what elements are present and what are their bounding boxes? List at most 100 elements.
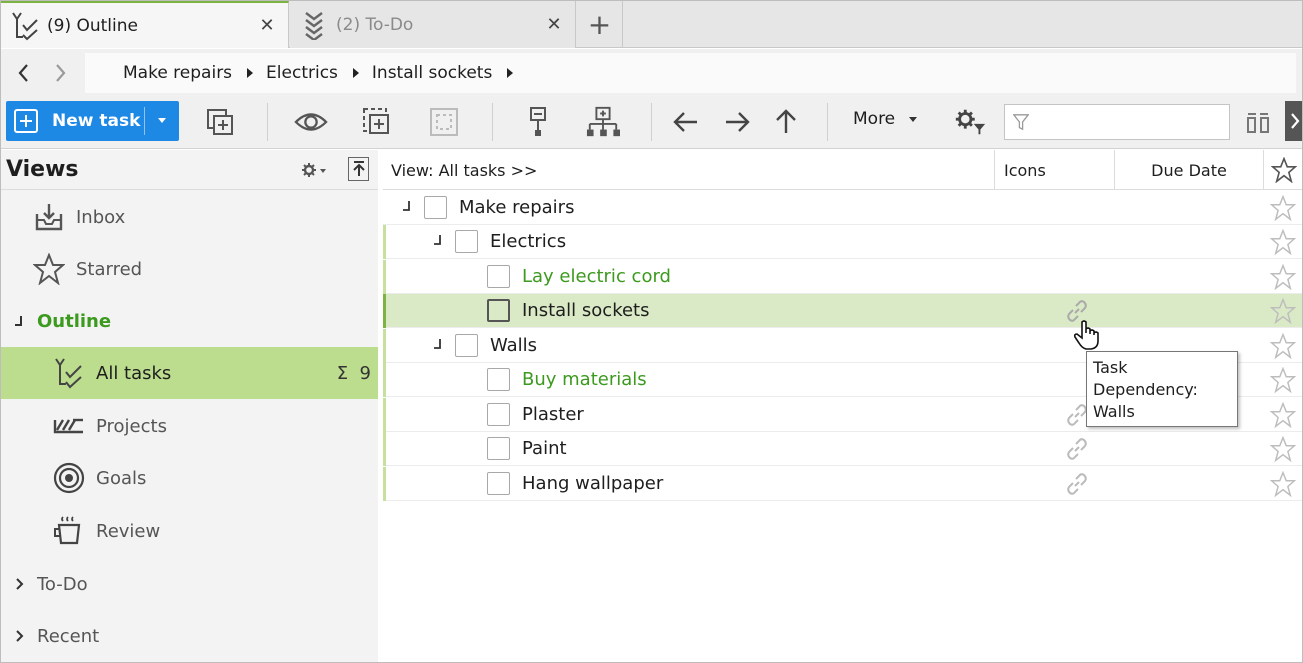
task-row[interactable]: Electrics (383, 225, 1302, 259)
nav-item-review[interactable]: Review (1, 505, 378, 557)
chevron-right-icon[interactable] (4, 568, 36, 600)
star-icon (1271, 157, 1297, 183)
star-icon[interactable] (1270, 195, 1296, 221)
nav-section-recent[interactable]: Recent (1, 610, 378, 662)
task-title[interactable]: Install sockets (522, 300, 650, 321)
task-title[interactable]: Hang wallpaper (522, 473, 663, 494)
task-title[interactable]: Make repairs (459, 197, 574, 218)
views-settings-button[interactable] (301, 162, 329, 183)
breadcrumb: Make repairs Electrics Install sockets (85, 53, 1296, 93)
task-title[interactable]: Buy materials (522, 369, 647, 390)
task-row[interactable]: Make repairs (383, 191, 1302, 225)
move-right-button[interactable] (720, 105, 754, 139)
task-checkbox[interactable] (424, 196, 447, 219)
new-task-button[interactable]: New task (6, 101, 179, 141)
filter-settings-button[interactable] (953, 105, 987, 139)
hierarchy-button[interactable] (586, 105, 620, 139)
toolbar-overflow-button[interactable] (1285, 101, 1302, 141)
column-header-icons[interactable]: Icons (995, 150, 1115, 190)
filter-icon (1013, 114, 1029, 131)
task-checkbox[interactable] (455, 230, 478, 253)
link-icon[interactable] (1065, 472, 1089, 496)
more-menu-button[interactable]: More (853, 109, 918, 129)
add-dependency-button[interactable] (360, 105, 394, 139)
breadcrumb-item[interactable]: Electrics (266, 63, 338, 83)
nav-item-label: Review (96, 520, 161, 542)
collapse-icon[interactable] (432, 233, 444, 247)
nav-item-goals[interactable]: Goals (1, 452, 378, 504)
tab-outline-label: (9) Outline (47, 15, 138, 36)
task-title[interactable]: Plaster (522, 404, 584, 425)
chevron-left-icon (18, 64, 28, 82)
task-checkbox[interactable] (455, 334, 478, 357)
checklist-icon (53, 357, 85, 389)
collapse-icon[interactable] (3, 305, 35, 337)
nav-item-all-tasks[interactable]: All tasks Σ 9 (1, 347, 378, 399)
chevron-down-icon[interactable] (158, 118, 166, 123)
star-icon[interactable] (1270, 471, 1296, 497)
nav-item-label: Starred (76, 258, 143, 280)
dashed-plus-box-icon (363, 108, 389, 134)
tab-todo[interactable]: (2) To-Do ✕ (290, 1, 576, 48)
task-title[interactable]: Lay electric cord (522, 266, 671, 287)
task-checkbox[interactable] (487, 437, 510, 460)
toolbar-divider (651, 103, 652, 141)
nav-section-todo[interactable]: To-Do (1, 558, 378, 610)
star-icon[interactable] (1270, 367, 1296, 393)
task-checkbox[interactable] (487, 368, 510, 391)
task-row[interactable]: Hang wallpaper (383, 467, 1302, 501)
close-icon[interactable]: ✕ (256, 15, 278, 36)
tab-outline[interactable]: (9) Outline ✕ (1, 1, 289, 48)
star-icon[interactable] (1270, 333, 1296, 359)
star-icon[interactable] (1270, 229, 1296, 255)
task-row[interactable]: Paint (383, 432, 1302, 466)
column-header-due-date[interactable]: Due Date (1115, 150, 1264, 190)
task-row-selected[interactable]: Install sockets (383, 294, 1302, 328)
column-header-star[interactable] (1264, 150, 1302, 190)
move-up-button[interactable] (769, 105, 803, 139)
view-selector[interactable]: View: All tasks >> (383, 150, 995, 190)
move-left-button[interactable] (669, 105, 703, 139)
task-checkbox[interactable] (487, 403, 510, 426)
nav-item-starred[interactable]: Starred (1, 243, 378, 295)
remove-dependency-button[interactable] (427, 105, 461, 139)
star-icon[interactable] (1270, 402, 1296, 428)
add-subtask-button[interactable] (203, 105, 237, 139)
new-tab-button[interactable]: + (577, 1, 623, 48)
nav-item-projects[interactable]: Projects (1, 400, 378, 452)
breadcrumb-item[interactable]: Install sockets (372, 63, 492, 83)
collapse-icon[interactable] (432, 337, 444, 351)
breadcrumb-separator-icon[interactable] (352, 68, 359, 78)
close-icon[interactable]: ✕ (543, 14, 565, 35)
task-checkbox[interactable] (487, 299, 510, 322)
filter-box[interactable] (1004, 104, 1230, 140)
breadcrumb-item[interactable]: Make repairs (123, 63, 232, 83)
star-icon[interactable] (1270, 298, 1296, 324)
view-button[interactable] (294, 105, 328, 139)
breadcrumb-separator-icon[interactable] (507, 68, 514, 78)
row-indicator-bar (383, 260, 386, 294)
star-icon (33, 253, 65, 285)
task-checkbox[interactable] (487, 472, 510, 495)
more-label: More (853, 109, 896, 129)
star-icon[interactable] (1270, 436, 1296, 462)
column-header-label: Due Date (1151, 160, 1227, 180)
task-title[interactable]: Paint (522, 438, 567, 459)
breadcrumb-separator-icon[interactable] (247, 68, 254, 78)
filter-input[interactable] (1035, 113, 1229, 131)
pin-panel-button[interactable] (348, 157, 369, 181)
task-title[interactable]: Walls (490, 335, 537, 356)
forward-button[interactable] (49, 59, 73, 87)
link-icon[interactable] (1065, 437, 1089, 461)
nav-section-outline[interactable]: Outline (1, 295, 378, 347)
back-button[interactable] (11, 59, 35, 87)
collapse-icon[interactable] (401, 199, 413, 213)
nav-item-inbox[interactable]: Inbox (1, 191, 378, 243)
task-title[interactable]: Electrics (490, 231, 566, 252)
task-checkbox[interactable] (487, 265, 510, 288)
task-row[interactable]: Lay electric cord (383, 260, 1302, 294)
columns-toggle-button[interactable] (1241, 105, 1275, 139)
star-icon[interactable] (1270, 264, 1296, 290)
indent-button[interactable] (521, 105, 555, 139)
chevron-right-icon[interactable] (4, 620, 36, 652)
